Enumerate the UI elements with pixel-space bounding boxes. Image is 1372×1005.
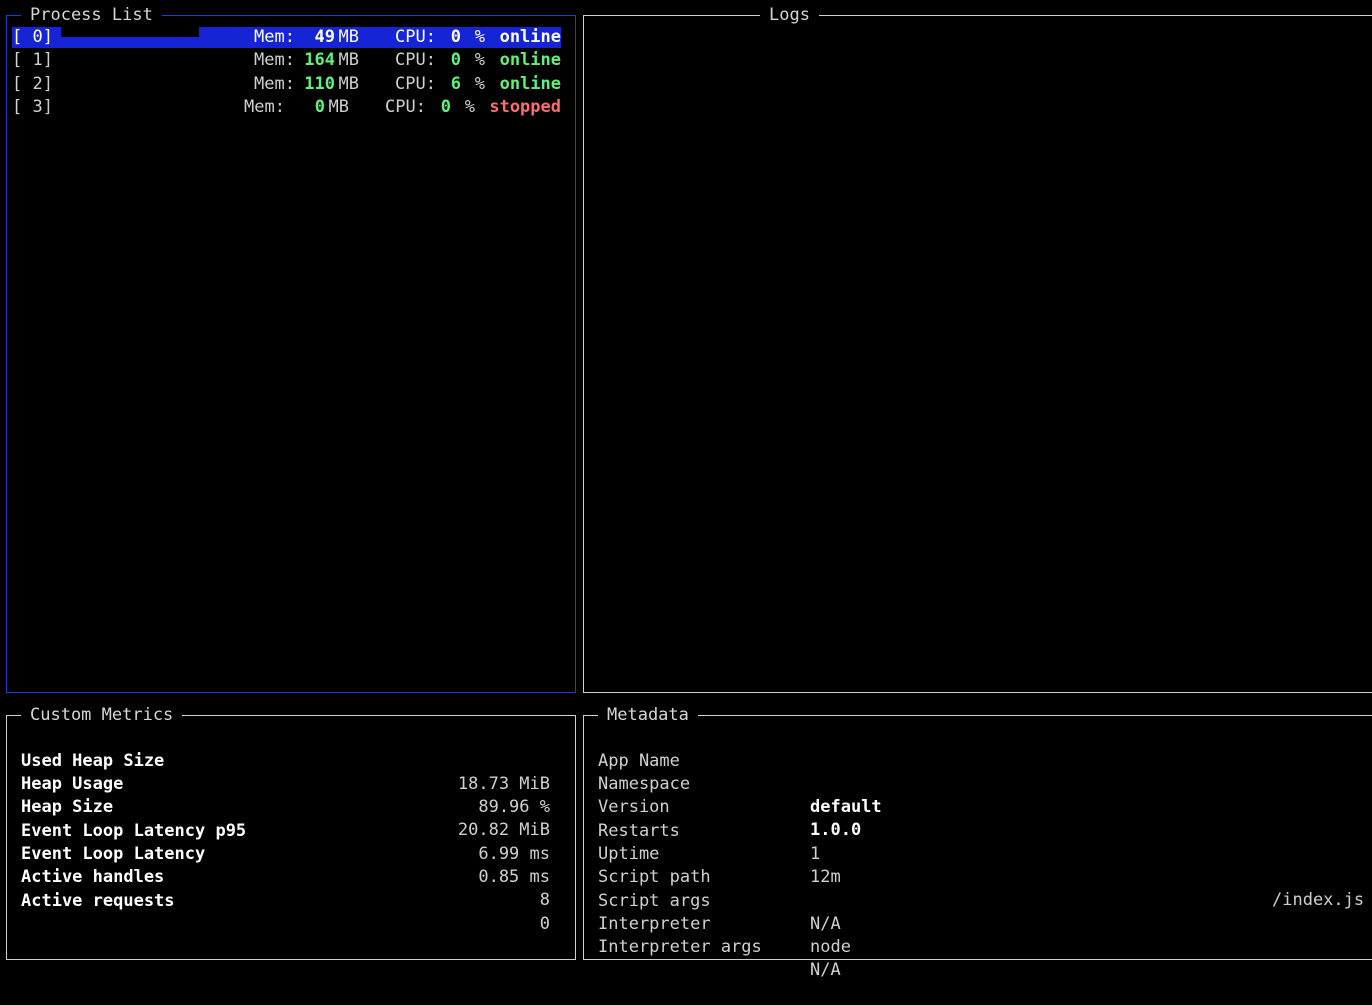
metric-row: Heap Size 20.82 MiB xyxy=(21,773,550,840)
mem-unit: MB xyxy=(338,27,359,47)
process-id: [ 3] xyxy=(12,97,53,117)
meta-row: Uptime 12m xyxy=(598,820,1358,887)
cpu-value: 0 xyxy=(450,27,461,47)
mem-unit: MB xyxy=(338,74,359,94)
metadata-panel[interactable]: Metadata App Name Namespace default Vers… xyxy=(583,704,1372,980)
metric-value: 8 xyxy=(539,890,550,910)
mem-label: Mem: xyxy=(254,27,295,47)
metric-row: Used Heap Size 18.73 MiB xyxy=(21,727,550,794)
meta-row: Interpreter args N/A xyxy=(598,913,1358,980)
mem-label: Mem: xyxy=(244,97,285,117)
mem-value: 0 xyxy=(314,97,325,117)
process-id: [ 0] xyxy=(12,27,53,47)
metric-row: Active requests 0 xyxy=(21,867,550,934)
metric-row: Event Loop Latency 0.85 ms xyxy=(21,820,550,887)
mem-value: 164 xyxy=(304,50,335,70)
process-list-title: Process List xyxy=(21,4,162,26)
meta-value: N/A xyxy=(810,960,841,980)
process-row[interactable]: [ 3] Mem: 0 MB CPU: 0 % stopped xyxy=(12,97,561,118)
custom-metrics-panel[interactable]: Custom Metrics Used Heap Size 18.73 MiB … xyxy=(6,704,576,960)
mem-label: Mem: xyxy=(254,50,295,70)
meta-row: Script args N/A xyxy=(598,867,1358,934)
cpu-value: 6 xyxy=(450,74,461,94)
metric-row: Heap Usage 89.96 % xyxy=(21,750,550,817)
metric-row: Event Loop Latency p95 6.99 ms xyxy=(21,797,550,864)
process-row[interactable]: [ 2] Mem: 110 MB CPU: 6 % online xyxy=(12,74,561,95)
status-badge: online xyxy=(499,27,561,47)
metric-value: 0 xyxy=(539,914,550,934)
mem-value: 110 xyxy=(304,74,335,94)
metadata-title: Metadata xyxy=(598,704,698,726)
status-badge: stopped xyxy=(489,97,561,117)
cpu-value: 0 xyxy=(440,97,451,117)
cpu-unit: % xyxy=(474,50,485,70)
process-row[interactable]: [ 1] Mem: 164 MB CPU: 0 % online xyxy=(12,50,561,71)
metric-row: Active handles 8 xyxy=(21,843,550,910)
mem-unit: MB xyxy=(328,97,349,117)
mem-unit: MB xyxy=(338,50,359,70)
status-badge: online xyxy=(499,74,561,94)
mem-value: 49 xyxy=(314,27,335,47)
cpu-unit: % xyxy=(474,74,485,94)
cpu-label: CPU: xyxy=(395,27,436,47)
cpu-unit: % xyxy=(474,27,485,47)
custom-metrics-title: Custom Metrics xyxy=(21,704,183,726)
cpu-label: CPU: xyxy=(395,50,436,70)
logs-title: Logs xyxy=(760,4,819,26)
meta-row: App Name xyxy=(598,727,1358,771)
process-list-panel[interactable]: Process List [ 0] Mem: 49 MB CPU: 0 % on… xyxy=(6,4,576,693)
meta-row: Interpreter node xyxy=(598,890,1358,957)
mem-label: Mem: xyxy=(254,74,295,94)
cpu-unit: % xyxy=(464,97,475,117)
metric-name: Active requests xyxy=(21,891,175,911)
process-id: [ 2] xyxy=(12,74,53,94)
cpu-value: 0 xyxy=(450,50,461,70)
meta-row: Version 1.0.0 xyxy=(598,773,1358,840)
meta-row: Script path /index.js xyxy=(598,843,1364,910)
redaction-bar xyxy=(61,27,199,37)
process-id: [ 1] xyxy=(12,50,53,70)
logs-panel[interactable]: Logs xyxy=(583,4,1372,693)
meta-row: Restarts 1 xyxy=(598,797,1358,864)
cpu-label: CPU: xyxy=(385,97,426,117)
meta-row: Namespace default xyxy=(598,750,1358,817)
process-row[interactable]: [ 0] Mem: 49 MB CPU: 0 % online xyxy=(12,27,561,48)
status-badge: online xyxy=(499,50,561,70)
cpu-label: CPU: xyxy=(395,74,436,94)
